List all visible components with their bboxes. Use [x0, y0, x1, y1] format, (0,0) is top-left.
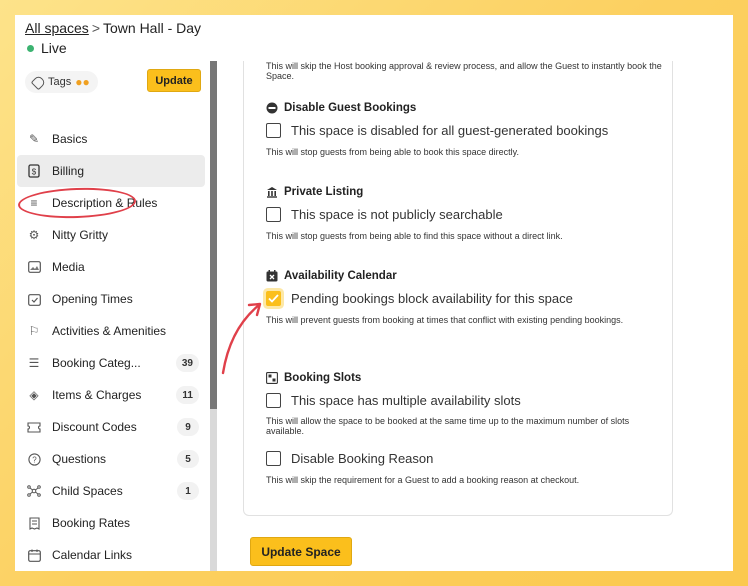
help-text: This will prevent guests from booking at… — [266, 315, 624, 325]
ticket-icon — [25, 418, 43, 436]
calendar-check-icon — [25, 290, 43, 308]
sidebar-item-media[interactable]: Media — [17, 251, 205, 283]
status-indicator: Live — [27, 40, 67, 56]
section-title: Disable Guest Bookings — [266, 101, 666, 115]
checkbox-row: Pending bookings block availability for … — [266, 290, 666, 306]
section-disable-booking-reason: Disable Booking Reason This will skip th… — [266, 450, 666, 486]
help-text: This will stop guests from being able to… — [266, 147, 519, 157]
activity-icon: ⚐ — [28, 324, 40, 338]
sidebar-item-label: Media — [52, 260, 85, 274]
receipt-icon — [25, 514, 43, 532]
main-content: This will skip the Host booking approval… — [217, 61, 733, 571]
tags-button[interactable]: Tags ●● — [25, 71, 98, 93]
checkbox-label[interactable]: Disable Booking Reason — [291, 451, 433, 466]
section-title: Private Listing — [266, 185, 666, 199]
count-badge: 9 — [177, 418, 199, 436]
checkbox-row: This space has multiple availability slo… — [266, 392, 666, 408]
checkbox-label[interactable]: Pending bookings block availability for … — [291, 291, 573, 306]
sidebar-item-items-charges[interactable]: ◈ Items & Charges 11 — [17, 379, 205, 411]
svg-text:$: $ — [32, 168, 37, 177]
sidebar-item-child-spaces[interactable]: Child Spaces 1 — [17, 475, 205, 507]
sidebar-item-booking-categories[interactable]: ☰ Booking Categ... 39 — [17, 347, 205, 379]
calendar-x-icon — [266, 270, 278, 282]
image-icon — [25, 258, 43, 276]
section-availability-calendar: Availability Calendar Pending bookings b… — [266, 269, 666, 326]
tags-label: Tags — [48, 76, 72, 88]
checkbox-label[interactable]: This space is disabled for all guest-gen… — [291, 123, 608, 138]
count-badge: 39 — [175, 354, 199, 372]
building-icon — [266, 186, 278, 198]
sidebar-item-activities-amenities[interactable]: ⚐ Activities & Amenities — [17, 315, 205, 347]
section-title-text: Booking Slots — [284, 372, 362, 384]
sidebar-item-label: Booking Rates — [52, 516, 131, 530]
question-icon: ? — [25, 450, 43, 468]
breadcrumb-current: Town Hall - Day — [103, 20, 202, 36]
sidebar-item-booking-rates[interactable]: Booking Rates — [17, 507, 205, 539]
block-icon — [266, 102, 278, 114]
checkbox-label[interactable]: This space has multiple availability slo… — [291, 393, 521, 408]
checkbox-row: This space is disabled for all guest-gen… — [266, 122, 666, 138]
sidebar-item-label: Billing — [52, 164, 85, 178]
settings-card: This will skip the Host booking approval… — [243, 61, 673, 516]
private-listing-checkbox[interactable] — [266, 206, 281, 222]
sidebar-item-label: Opening Times — [52, 292, 133, 306]
count-badge: 11 — [176, 386, 199, 404]
dollar-doc-icon: $ — [25, 162, 43, 180]
checkbox-row: Disable Booking Reason — [266, 450, 666, 466]
breadcrumb: All spaces > Town Hall - Day — [25, 20, 201, 36]
disable-guest-bookings-checkbox[interactable] — [266, 122, 281, 138]
checkbox-label[interactable]: This space is not publicly searchable — [291, 207, 503, 222]
help-text: This will stop guests from being able to… — [266, 231, 563, 241]
update-space-button[interactable]: Update Space — [250, 537, 352, 566]
sidebar-item-label: Basics — [52, 132, 88, 146]
section-private-listing: Private Listing This space is not public… — [266, 185, 666, 242]
calendar-icon — [25, 546, 43, 564]
sidebar-item-basics[interactable]: ✎ Basics — [17, 123, 205, 155]
nodes-icon — [25, 482, 43, 500]
pencil-icon: ✎ — [28, 132, 40, 146]
sidebar-item-discount-codes[interactable]: Discount Codes 9 — [17, 411, 205, 443]
app-frame: All spaces > Town Hall - Day Live Tags ●● … — [15, 15, 733, 571]
section-title: Booking Slots — [266, 371, 666, 385]
sidebar-item-label: Activities & Amenities — [52, 324, 167, 338]
booking-slots-checkbox[interactable] — [266, 392, 281, 408]
section-title-text: Private Listing — [284, 186, 364, 198]
section-title-text: Availability Calendar — [284, 270, 397, 282]
help-text: This will allow the space to be booked a… — [266, 416, 630, 436]
people-icon: ●● — [75, 75, 90, 89]
sidebar-item-calendar-links[interactable]: Calendar Links — [17, 539, 205, 571]
section-title: Availability Calendar — [266, 269, 666, 283]
svg-text:?: ? — [32, 455, 37, 464]
count-badge: 1 — [177, 482, 199, 500]
list-icon: ☰ — [28, 356, 40, 370]
section-booking-slots: Booking Slots This space has multiple av… — [266, 371, 666, 436]
sidebar-item-opening-times[interactable]: Opening Times — [17, 283, 205, 315]
layers-icon: ◈ — [29, 388, 39, 402]
sidebar-item-billing[interactable]: $ Billing — [17, 155, 205, 187]
sidebar-header: Tags ●● Update — [15, 61, 215, 109]
breadcrumb-all-spaces-link[interactable]: All spaces — [25, 20, 89, 36]
sidebar-update-button[interactable]: Update — [147, 69, 201, 92]
disable-booking-reason-checkbox[interactable] — [266, 450, 281, 466]
sidebar-item-label: Nitty Gritty — [52, 228, 108, 242]
sidebar-item-nitty-gritty[interactable]: ⚙ Nitty Gritty — [17, 219, 205, 251]
sidebar-item-questions[interactable]: ? Questions 5 — [17, 443, 205, 475]
gears-icon: ⚙ — [28, 228, 40, 242]
tag-icon — [30, 74, 47, 90]
breadcrumb-separator: > — [91, 20, 100, 36]
red-arrow-annotation — [221, 302, 262, 375]
live-dot-icon — [27, 44, 34, 52]
header: All spaces > Town Hall - Day Live — [15, 15, 733, 61]
sidebar-item-label: Calendar Links — [52, 548, 133, 562]
section-title-text: Disable Guest Bookings — [284, 102, 417, 114]
status-label: Live — [41, 40, 67, 56]
instant-book-help: This will skip the Host booking approval… — [266, 61, 662, 81]
count-badge: 5 — [177, 450, 199, 468]
checkbox-row: This space is not publicly searchable — [266, 206, 666, 222]
sidebar: Tags ●● Update ✎ Basics $ Billing ≡ Desc… — [15, 61, 215, 571]
section-disable-guest-bookings: Disable Guest Bookings This space is dis… — [266, 101, 666, 158]
help-text: This will skip the requirement for a Gue… — [266, 475, 580, 485]
